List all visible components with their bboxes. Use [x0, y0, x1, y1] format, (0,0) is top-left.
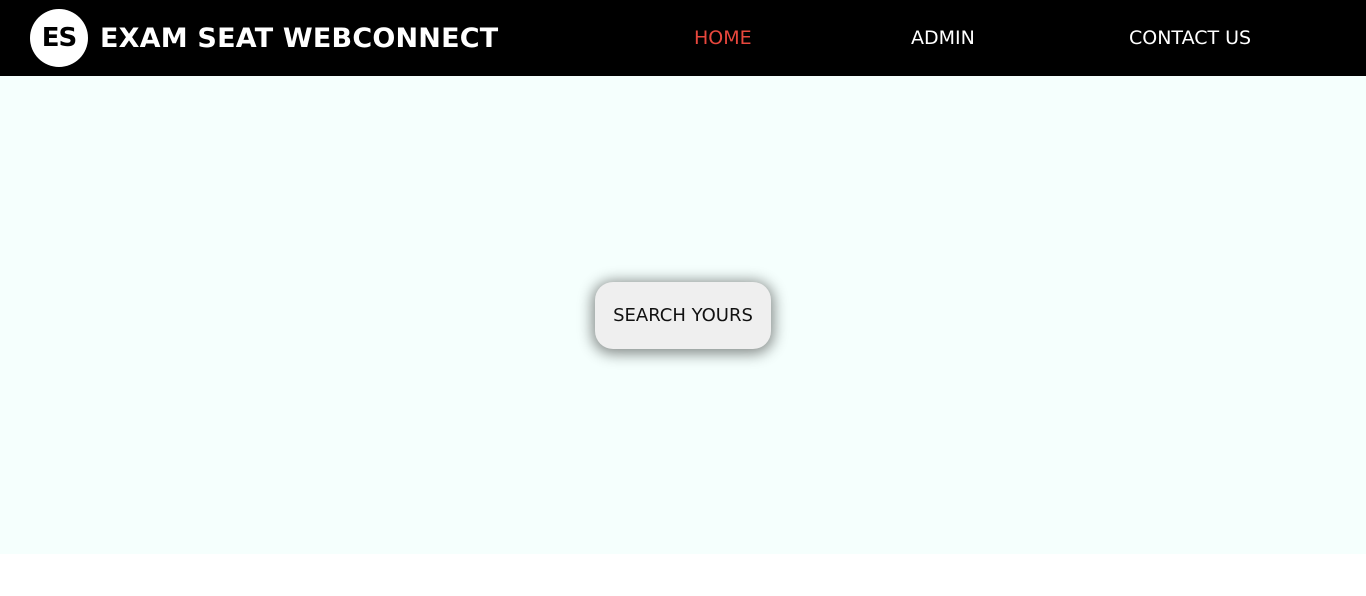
logo: ES [30, 9, 88, 67]
nav-admin-link[interactable]: ADMIN [911, 26, 975, 50]
nav-contact-us-link[interactable]: CONTACT US [1129, 26, 1251, 50]
nav-home-link[interactable]: HOME [694, 26, 752, 50]
brand-link[interactable]: ES EXAM SEAT WEBCONNECT [30, 9, 498, 67]
site-title: EXAM SEAT WEBCONNECT [100, 22, 499, 54]
search-yours-button[interactable]: SEARCH YOURS [595, 282, 771, 349]
top-navbar: ES EXAM SEAT WEBCONNECT HOME ADMIN CONTA… [0, 0, 1366, 76]
